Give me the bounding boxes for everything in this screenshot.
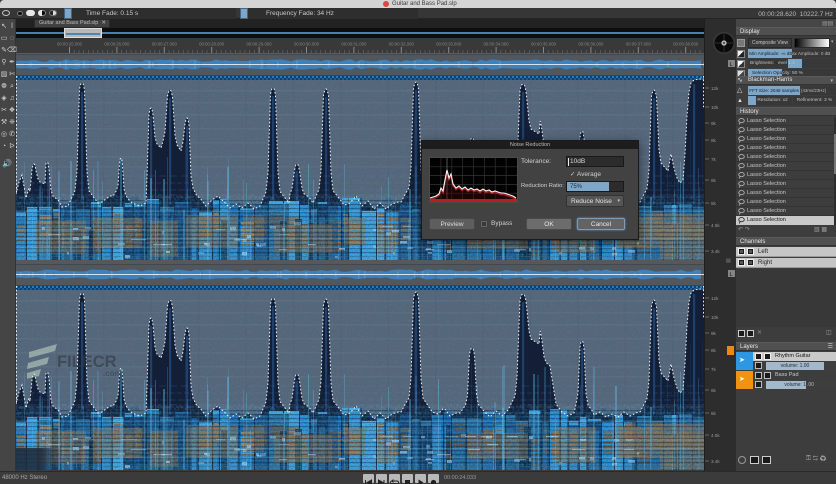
svg-text:10k: 10k [711, 105, 719, 110]
svg-text:00:00:27.000: 00:00:27.000 [152, 42, 178, 47]
svg-text:7k: 7k [711, 157, 717, 162]
svg-text:9k: 9k [711, 331, 717, 336]
svg-text:00:00:34.000: 00:00:34.000 [484, 42, 510, 47]
svg-text:00:00:26.000: 00:00:26.000 [104, 42, 130, 47]
svg-text:5k: 5k [711, 411, 717, 416]
svg-text:6k: 6k [711, 388, 717, 393]
svg-text:12k: 12k [711, 86, 719, 91]
svg-text:8k: 8k [711, 138, 717, 143]
svg-text:8k: 8k [711, 348, 717, 353]
svg-text:L: L [730, 272, 733, 278]
svg-text:00:00:33.000: 00:00:33.000 [436, 42, 462, 47]
svg-text:9k: 9k [711, 121, 717, 126]
svg-text:.com: .com [103, 369, 122, 378]
svg-text:00:00:38.000: 00:00:38.000 [673, 42, 699, 47]
svg-text:▤: ▤ [726, 258, 731, 264]
svg-text:00:00:28.000: 00:00:28.000 [199, 42, 225, 47]
svg-text:L: L [730, 62, 733, 68]
svg-text:10k: 10k [711, 315, 719, 320]
svg-text:3.4k: 3.4k [711, 459, 720, 464]
svg-text:4.5k: 4.5k [711, 433, 720, 438]
svg-text:12k: 12k [711, 296, 719, 301]
svg-text:00:00:29.000: 00:00:29.000 [247, 42, 273, 47]
svg-text:6k: 6k [711, 178, 717, 183]
svg-text:3.4k: 3.4k [711, 249, 720, 254]
svg-text:7k: 7k [711, 367, 717, 372]
svg-text:00:00:31.000: 00:00:31.000 [341, 42, 367, 47]
svg-text:5k: 5k [711, 201, 717, 206]
svg-text:00:00:30.000: 00:00:30.000 [294, 42, 320, 47]
svg-text:00:00:36.000: 00:00:36.000 [578, 42, 604, 47]
svg-text:00:00:25.000: 00:00:25.000 [57, 42, 83, 47]
svg-text:4.5k: 4.5k [711, 223, 720, 228]
svg-text:00:00:32.000: 00:00:32.000 [389, 42, 415, 47]
svg-text:00:00:35.000: 00:00:35.000 [531, 42, 557, 47]
svg-text:00:00:37.000: 00:00:37.000 [626, 42, 652, 47]
